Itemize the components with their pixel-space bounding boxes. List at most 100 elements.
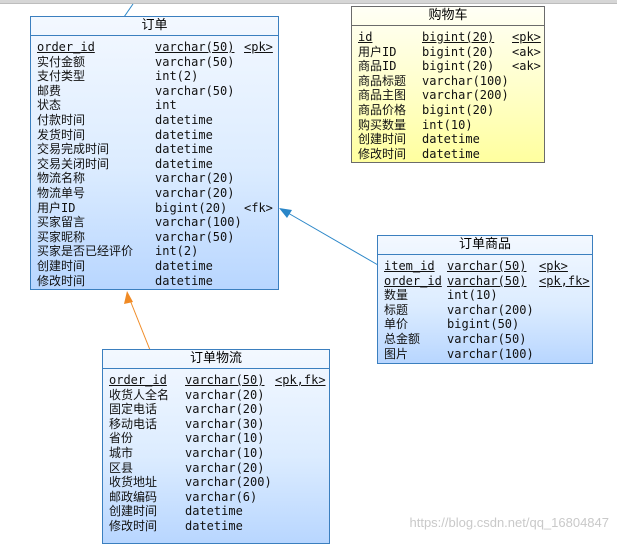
column-name: 买家留言	[37, 215, 86, 230]
column-type: varchar(20)	[185, 460, 265, 475]
column-name: 商品ID	[358, 59, 397, 74]
entity-row: 移动电话 varchar(30)	[103, 417, 329, 432]
entity-row: 购买数量 int(10)	[352, 118, 544, 133]
column-name: 购买数量	[358, 117, 407, 132]
column-type: varchar(50)	[155, 83, 235, 98]
entity-row: order_id varchar(50) <pk,fk>	[103, 373, 329, 388]
order-entity[interactable]: 订单 order_id varchar(50) <pk> 实付金额 varchar(50…	[30, 16, 279, 290]
column-name: 状态	[37, 98, 62, 113]
entity-row: 创建时间 datetime	[352, 132, 544, 147]
column-type: datetime	[155, 112, 213, 127]
column-type: varchar(20)	[185, 402, 265, 417]
entity-row: 商品价格 bigint(20)	[352, 103, 544, 118]
entity-row: 修改时间 datetime	[103, 519, 329, 534]
column-name: 标题	[384, 302, 409, 317]
column-name: 省份	[109, 431, 134, 446]
entity-row: 发货时间 datetime	[31, 128, 278, 143]
column-type: datetime	[422, 146, 480, 161]
entity-row: id bigint(20) <pk>	[352, 30, 544, 45]
column-type: int(2)	[155, 69, 199, 84]
entity-row: 商品标题 varchar(100)	[352, 74, 544, 89]
entity-row: 总金额 varchar(50)	[378, 332, 592, 347]
column-type: datetime	[155, 142, 213, 157]
entity-row: 创建时间 datetime	[103, 504, 329, 519]
column-name: 实付金额	[37, 54, 86, 69]
column-type: varchar(50)	[185, 373, 265, 387]
entity-row: 城市 varchar(10)	[103, 446, 329, 461]
column-type: datetime	[155, 127, 213, 142]
column-name: item_id	[384, 259, 435, 273]
watermark: https://blog.csdn.net/qq_16804847	[409, 515, 610, 530]
column-type: varchar(50)	[447, 259, 527, 273]
entity-row: 固定电话 varchar(20)	[103, 402, 329, 417]
column-type: varchar(30)	[185, 416, 265, 431]
column-name: 修改时间	[109, 518, 158, 533]
order-item-entity-title: 订单商品	[378, 236, 592, 255]
order-shipping-entity-rows: order_id varchar(50) <pk,fk> 收货人全名 varchar(2…	[103, 369, 329, 534]
column-name: 商品标题	[358, 73, 407, 88]
entity-row: 创建时间 datetime	[31, 259, 278, 274]
column-type: varchar(50)	[155, 40, 235, 54]
column-key: <pk>	[512, 30, 541, 44]
column-name: 商品主图	[358, 88, 407, 103]
column-type: varchar(100)	[447, 346, 534, 361]
column-type: bigint(20)	[422, 102, 495, 117]
column-name: 收货人全名	[109, 387, 170, 402]
column-type: datetime	[422, 132, 480, 147]
entity-row: 单价 bigint(50)	[378, 317, 592, 332]
entity-row: 省份 varchar(10)	[103, 431, 329, 446]
column-name: 数量	[384, 288, 409, 303]
column-type: varchar(20)	[155, 185, 235, 200]
column-type: varchar(100)	[155, 215, 242, 230]
column-key: <pk,fk>	[539, 273, 590, 288]
column-name: 用户ID	[358, 44, 397, 59]
column-type: varchar(6)	[185, 489, 258, 504]
entity-row: 交易完成时间 datetime	[31, 142, 278, 157]
column-name: 支付类型	[37, 69, 86, 84]
column-type: varchar(10)	[185, 445, 265, 460]
column-type: bigint(50)	[447, 317, 520, 332]
column-type: varchar(50)	[155, 229, 235, 244]
column-type: varchar(20)	[185, 387, 265, 402]
order-item-to-order-link	[287, 212, 379, 266]
column-name: 总金额	[384, 331, 421, 346]
column-type: varchar(20)	[155, 171, 235, 186]
order-entity-title: 订单	[31, 17, 278, 36]
column-key: <pk,fk>	[275, 373, 326, 387]
entity-row: 用户ID bigint(20) <fk>	[31, 201, 278, 216]
column-type: varchar(200)	[185, 475, 272, 490]
column-key: <fk>	[244, 200, 273, 215]
column-name: 付款时间	[37, 112, 86, 127]
entity-row: 邮政编码 varchar(6)	[103, 490, 329, 505]
column-type: int(10)	[422, 117, 473, 132]
column-type: bigint(20)	[422, 59, 495, 74]
order-shipping-entity[interactable]: 订单物流 order_id varchar(50) <pk,fk> 收货人全名 varc…	[102, 349, 330, 544]
entity-row: 商品主图 varchar(200)	[352, 88, 544, 103]
column-type: int(10)	[447, 288, 498, 303]
column-name: 买家昵称	[37, 229, 86, 244]
column-type: varchar(100)	[422, 73, 509, 88]
column-name: 用户ID	[37, 200, 76, 215]
entity-row: 图片 varchar(100)	[378, 347, 592, 362]
column-key: <ak>	[512, 44, 541, 59]
column-name: 创建时间	[109, 504, 158, 519]
cart-entity[interactable]: 购物车 id bigint(20) <pk> 用户ID bigint(20) <ak> 商品…	[351, 6, 545, 163]
column-name: 物流名称	[37, 171, 86, 186]
entity-row: 修改时间 datetime	[31, 274, 278, 289]
column-type: datetime	[155, 156, 213, 171]
column-name: 商品价格	[358, 102, 407, 117]
entity-row: 收货地址 varchar(200)	[103, 475, 329, 490]
column-name: 图片	[384, 346, 409, 361]
order-item-arrowhead	[279, 208, 292, 218]
entity-row: 收货人全名 varchar(20)	[103, 388, 329, 403]
order-item-entity[interactable]: 订单商品 item_id varchar(50) <pk> order_id varch…	[377, 235, 593, 364]
column-type: bigint(20)	[155, 200, 228, 215]
entity-row: 用户ID bigint(20) <ak>	[352, 45, 544, 60]
order-shipping-entity-title: 订单物流	[103, 350, 329, 369]
column-type: int(2)	[155, 244, 199, 259]
column-name: 邮费	[37, 83, 62, 98]
entity-row: 区县 varchar(20)	[103, 461, 329, 476]
column-name: 单价	[384, 317, 409, 332]
column-name: order_id	[109, 373, 167, 387]
column-type: datetime	[155, 258, 213, 273]
